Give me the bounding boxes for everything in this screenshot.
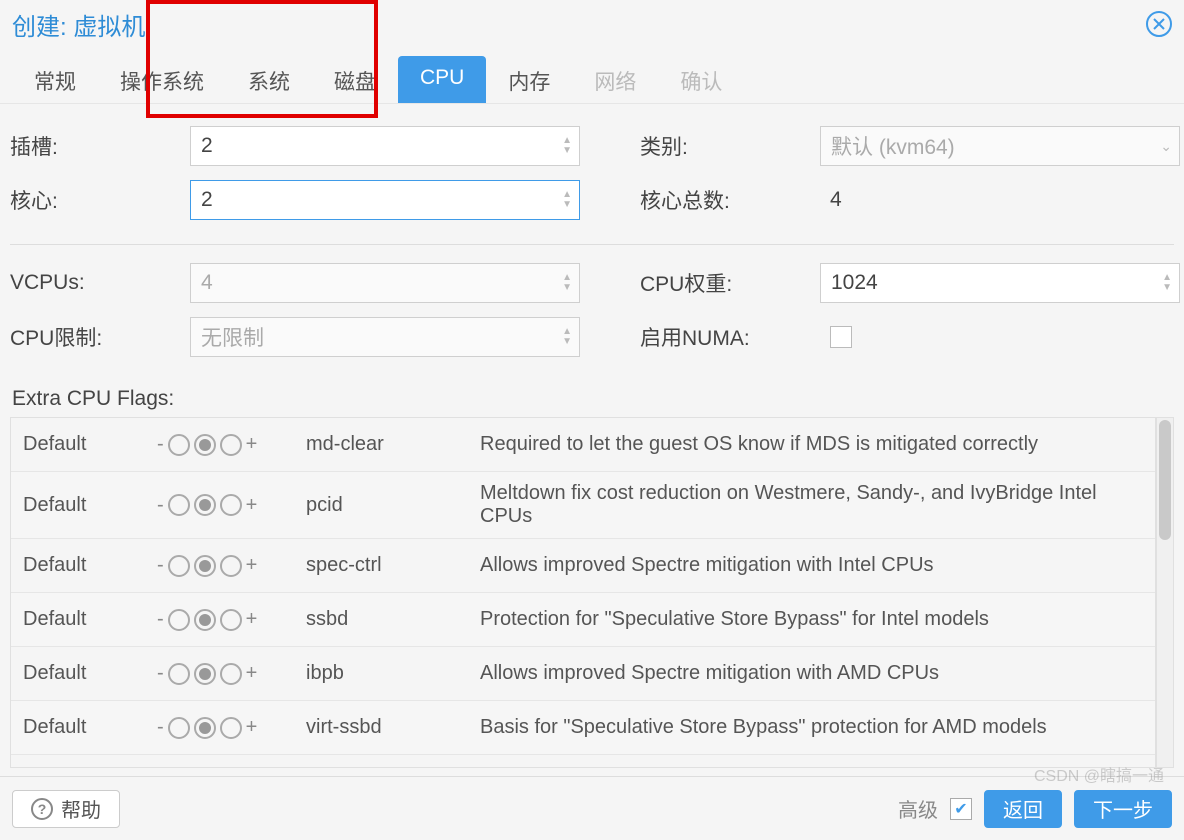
- vcpus-label: VCPUs:: [10, 271, 190, 295]
- flag-state: Default: [23, 433, 153, 456]
- highlight-box: [146, 104, 378, 118]
- flag-tristate[interactable]: - +: [157, 554, 302, 577]
- flag-tristate[interactable]: - +: [157, 494, 302, 517]
- title-subject: 虚拟机: [73, 14, 145, 41]
- footer: ? 帮助 高级 ✔ 返回 下一步: [0, 776, 1184, 840]
- spinner-arrows-icon[interactable]: ▲▼: [562, 328, 572, 346]
- flag-state: Default: [23, 494, 153, 517]
- cores-input[interactable]: 2: [190, 180, 580, 220]
- dialog-title: 创建: 虚拟机: [12, 7, 145, 42]
- help-label: 帮助: [61, 794, 101, 823]
- sockets-label: 插槽:: [10, 131, 190, 161]
- flag-state: Default: [23, 662, 153, 685]
- flag-desc: Allows improved Spectre mitigation with …: [480, 662, 1143, 685]
- flag-name: md-clear: [306, 433, 476, 456]
- cpuweight-field[interactable]: 1024 ▲▼: [820, 263, 1180, 303]
- help-icon: ?: [31, 798, 53, 820]
- flag-name: ssbd: [306, 608, 476, 631]
- tab-cpu[interactable]: CPU: [398, 56, 486, 103]
- spinner-arrows-icon[interactable]: ▲▼: [562, 274, 572, 292]
- flag-tristate[interactable]: - +: [157, 433, 302, 456]
- flag-name: ibpb: [306, 662, 476, 685]
- tab-system[interactable]: 系统: [226, 56, 312, 103]
- tab-confirm: 确认: [658, 56, 744, 103]
- cpulimit-input[interactable]: 无限制: [190, 317, 580, 357]
- sockets-field[interactable]: 2 ▲▼: [190, 126, 580, 166]
- flag-state: Default: [23, 554, 153, 577]
- flag-name: virt-ssbd: [306, 716, 476, 739]
- tab-network: 网络: [572, 56, 658, 103]
- numa-checkbox[interactable]: [830, 326, 852, 348]
- cores-label: 核心:: [10, 185, 190, 215]
- cpuweight-label: CPU权重:: [640, 268, 820, 298]
- footer-right: 高级 ✔ 返回 下一步: [898, 790, 1172, 828]
- vcpus-field[interactable]: 4 ▲▼: [190, 263, 580, 303]
- flag-desc: Required to let the guest OS know if MDS…: [480, 433, 1143, 456]
- type-select[interactable]: 默认 (kvm64): [820, 126, 1180, 166]
- flags-panel: Default - + md-clear Required to let the…: [10, 417, 1174, 768]
- advanced-label: 高级: [898, 794, 938, 823]
- flag-name: spec-ctrl: [306, 554, 476, 577]
- flag-row: Default - + ssbd Protection for "Specula…: [11, 593, 1155, 647]
- cpulimit-field[interactable]: 无限制 ▲▼: [190, 317, 580, 357]
- titlebar: 创建: 虚拟机: [0, 0, 1184, 48]
- flag-tristate[interactable]: - +: [157, 716, 302, 739]
- cpulimit-label: CPU限制:: [10, 322, 190, 352]
- help-button[interactable]: ? 帮助: [12, 790, 120, 828]
- totalcores-value: 4: [820, 188, 1180, 212]
- flag-desc: Allows improved Spectre mitigation with …: [480, 554, 1143, 577]
- dialog: 创建: 虚拟机 常规 操作系统 系统 磁盘 CPU 内存 网络 确认 插槽: 2…: [0, 0, 1184, 840]
- cpu-form-top: 插槽: 2 ▲▼ 类别: 默认 (kvm64) ⌄ 核心: 2 ▲▼ 核心总数:…: [10, 126, 1174, 220]
- flag-tristate[interactable]: - +: [157, 662, 302, 685]
- chevron-down-icon: ⌄: [1160, 142, 1172, 150]
- divider: [10, 244, 1174, 245]
- flag-tristate[interactable]: - +: [157, 608, 302, 631]
- flag-desc: Basis for "Speculative Store Bypass" pro…: [480, 716, 1143, 739]
- scroll-thumb[interactable]: [1159, 420, 1171, 540]
- flag-row: Default - + spec-ctrl Allows improved Sp…: [11, 539, 1155, 593]
- back-button[interactable]: 返回: [984, 790, 1062, 828]
- cpuweight-input[interactable]: 1024: [820, 263, 1180, 303]
- spinner-arrows-icon[interactable]: ▲▼: [1162, 274, 1172, 292]
- flag-desc: Meltdown fix cost reduction on Westmere,…: [480, 482, 1143, 528]
- cpu-form-bottom: VCPUs: 4 ▲▼ CPU权重: 1024 ▲▼ CPU限制: 无限制 ▲▼…: [10, 263, 1174, 357]
- type-label: 类别:: [640, 131, 820, 161]
- flag-row: Default - + ibpb Allows improved Spectre…: [11, 647, 1155, 701]
- flag-row: Default - + virt-ssbd Basis for "Specula…: [11, 701, 1155, 755]
- flag-desc: Protection for "Speculative Store Bypass…: [480, 608, 1143, 631]
- type-field[interactable]: 默认 (kvm64) ⌄: [820, 126, 1180, 166]
- spinner-arrows-icon[interactable]: ▲▼: [562, 137, 572, 155]
- next-button[interactable]: 下一步: [1074, 790, 1172, 828]
- tab-os[interactable]: 操作系统: [98, 56, 226, 103]
- flags-title: Extra CPU Flags:: [12, 387, 1174, 411]
- title-prefix: 创建:: [12, 14, 67, 41]
- close-icon: [1152, 17, 1166, 31]
- close-button[interactable]: [1146, 11, 1172, 37]
- flag-state: Default: [23, 608, 153, 631]
- tab-general[interactable]: 常规: [12, 56, 98, 103]
- sockets-input[interactable]: 2: [190, 126, 580, 166]
- vcpus-input[interactable]: 4: [190, 263, 580, 303]
- flag-name: pcid: [306, 494, 476, 517]
- tab-disk[interactable]: 磁盘: [312, 56, 398, 103]
- flag-row: Default - + md-clear Required to let the…: [11, 418, 1155, 472]
- totalcores-label: 核心总数:: [640, 185, 820, 215]
- wizard-tabs: 常规 操作系统 系统 磁盘 CPU 内存 网络 确认: [0, 48, 1184, 104]
- cores-field[interactable]: 2 ▲▼: [190, 180, 580, 220]
- numa-label: 启用NUMA:: [640, 322, 820, 352]
- tab-memory[interactable]: 内存: [486, 56, 572, 103]
- flags-table: Default - + md-clear Required to let the…: [10, 417, 1156, 768]
- content: 插槽: 2 ▲▼ 类别: 默认 (kvm64) ⌄ 核心: 2 ▲▼ 核心总数:…: [0, 104, 1184, 776]
- flag-state: Default: [23, 716, 153, 739]
- advanced-checkbox[interactable]: ✔: [950, 798, 972, 820]
- spinner-arrows-icon[interactable]: ▲▼: [562, 191, 572, 209]
- flag-row: Default - + pcid Meltdown fix cost reduc…: [11, 472, 1155, 539]
- flags-scrollbar[interactable]: [1156, 417, 1174, 768]
